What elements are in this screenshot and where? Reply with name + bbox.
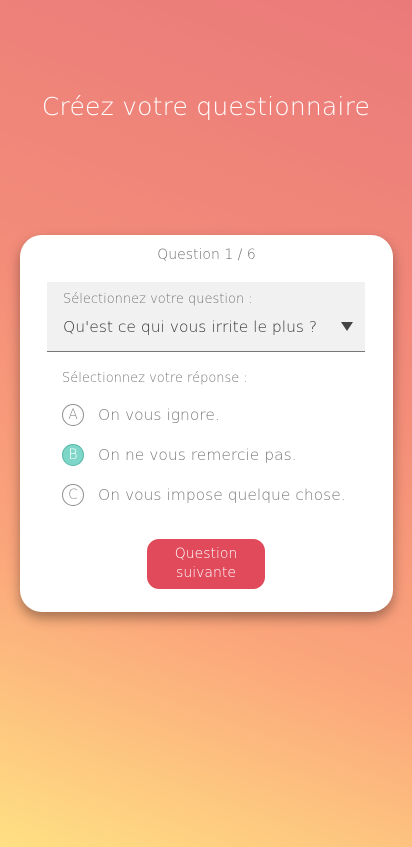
question-select-label: Sélectionnez votre question :: [63, 292, 253, 307]
answer-option-b[interactable]: B On ne vous remercie pas.: [62, 442, 297, 468]
option-text[interactable]: On vous impose quelque chose.: [98, 486, 346, 504]
page-title: Créez votre questionnaire: [41, 92, 371, 121]
option-text[interactable]: On ne vous remercie pas.: [98, 446, 297, 464]
question-select-value: Qu'est ce qui vous irrite le plus ?: [63, 318, 318, 336]
option-letter-badge[interactable]: B: [62, 444, 84, 466]
question-counter: Question 1 / 6: [157, 247, 256, 263]
option-text[interactable]: On vous ignore.: [98, 406, 220, 424]
answer-option-c[interactable]: C On vous impose quelque chose.: [62, 482, 346, 508]
question-card: Question 1 / 6 Sélectionnez votre questi…: [20, 235, 393, 612]
answer-section-label: Sélectionnez votre réponse :: [62, 371, 248, 386]
question-select[interactable]: Sélectionnez votre question : Qu'est ce …: [47, 282, 365, 352]
option-letter-badge[interactable]: A: [62, 404, 84, 426]
chevron-down-icon[interactable]: [341, 322, 353, 331]
next-question-button[interactable]: Question suivante: [147, 539, 265, 589]
option-letter-badge[interactable]: C: [62, 484, 84, 506]
answer-option-a[interactable]: A On vous ignore.: [62, 402, 220, 428]
